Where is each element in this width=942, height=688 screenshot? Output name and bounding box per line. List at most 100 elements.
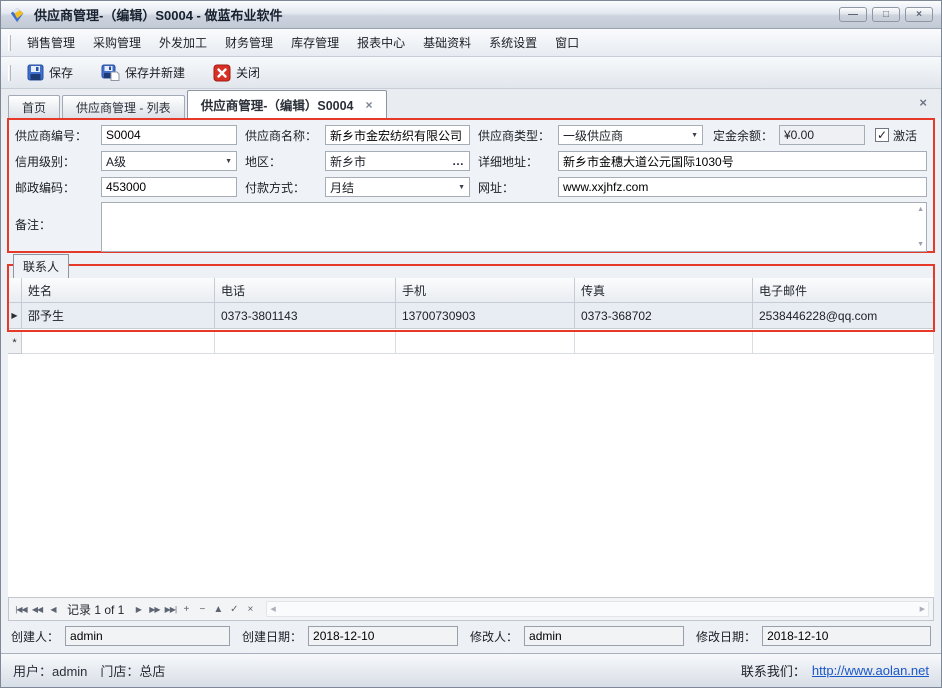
form-row-2: 信用级别： A级 ▼ 地区： 新乡市 … 详细地址： [15,150,927,172]
tab-contacts[interactable]: 联系人 [13,254,69,278]
save-and-new-button[interactable]: 保存并新建 [92,60,194,85]
menu-inventory[interactable]: 库存管理 [282,30,348,55]
created-date-value [313,629,453,643]
modified-by-value [529,629,679,643]
website-label: 网址： [478,179,558,196]
modified-date-label: 修改日期： [696,628,762,645]
supplier-code-input[interactable] [101,125,237,145]
supplier-type-select[interactable]: 一级供应商 ▼ [558,125,703,145]
nav-cancel-button[interactable]: × [242,604,258,615]
grid-header-row: 姓名 电话 手机 传真 电子邮件 [8,278,934,303]
nav-prior-button[interactable]: ◀ [45,605,61,614]
menu-window[interactable]: 窗口 [546,30,588,55]
nav-append-button[interactable]: + [178,604,194,615]
supplier-name-value[interactable] [330,126,465,144]
toolbar-grip-icon [8,65,11,81]
tab-close-icon[interactable]: × [366,98,373,112]
tabstrip-close-icon[interactable]: × [919,95,927,110]
minimize-button[interactable]: — [839,7,867,22]
supplier-name-input[interactable] [325,125,470,145]
header-indicator-cell [8,278,22,303]
save-icon [27,64,44,81]
contact-us-link[interactable]: http://www.aolan.net [812,663,929,678]
cell-phone[interactable]: 0373-3801143 [215,303,396,329]
postcode-input[interactable] [101,177,237,197]
postcode-label: 邮政编码： [15,179,101,196]
menu-outsourcing[interactable]: 外发加工 [150,30,216,55]
nav-prior-page-button[interactable]: ◀◀ [29,605,45,614]
website-input[interactable] [558,177,927,197]
cell-email[interactable]: 2538446228@qq.com [753,303,934,329]
close-tab-button[interactable]: 关闭 [204,60,269,86]
chevron-down-icon[interactable]: ▼ [458,184,465,191]
table-row[interactable]: ▶ 邵予生 0373-3801143 13700730903 0373-3687… [8,303,934,329]
deposit-label: 定金余额： [709,127,779,144]
region-input[interactable]: 新乡市 … [325,151,470,171]
close-window-button[interactable]: × [905,7,933,22]
menu-settings[interactable]: 系统设置 [480,30,546,55]
scroll-up-icon[interactable]: ▲ [917,206,924,213]
menu-purchase[interactable]: 采购管理 [84,30,150,55]
created-by-label: 创建人： [11,628,65,645]
new-cell-mobile[interactable] [396,332,575,354]
nav-first-button[interactable]: |◀◀ [13,605,29,614]
credit-level-select[interactable]: A级 ▼ [101,151,237,171]
menu-basedata[interactable]: 基础资料 [414,30,480,55]
credit-level-value: A级 [106,153,126,170]
close-label: 关闭 [236,64,260,81]
chevron-down-icon[interactable]: ▼ [691,132,698,139]
new-cell-name[interactable] [22,332,215,354]
remark-textarea[interactable] [101,202,927,252]
new-cell-phone[interactable] [215,332,396,354]
save-button[interactable]: 保存 [18,60,82,85]
tab-contacts-label: 联系人 [23,258,59,275]
browse-ellipsis-icon[interactable]: … [452,154,465,168]
deposit-value: ¥0.00 [784,128,814,142]
menu-reports[interactable]: 报表中心 [348,30,414,55]
new-cell-email[interactable] [753,332,934,354]
new-cell-fax[interactable] [575,332,753,354]
form-row-3: 邮政编码： 付款方式： 月结 ▼ 网址： [15,176,927,198]
scroll-down-icon[interactable]: ▼ [917,241,924,248]
chevron-down-icon[interactable]: ▼ [225,158,232,165]
column-header-name[interactable]: 姓名 [22,278,215,303]
menu-sales[interactable]: 销售管理 [18,30,84,55]
nav-delete-button[interactable]: − [194,604,210,615]
maximize-button[interactable]: □ [872,7,900,22]
payment-select[interactable]: 月结 ▼ [325,177,470,197]
supplier-code-value[interactable] [106,126,232,144]
menubar-grip-icon [8,35,11,51]
nav-last-button[interactable]: ▶▶| [162,605,178,614]
nav-next-page-button[interactable]: ▶▶ [146,605,162,614]
tab-supplier-edit[interactable]: 供应商管理-（编辑）S0004 × [187,90,387,118]
tab-home[interactable]: 首页 [8,95,60,118]
cell-mobile[interactable]: 13700730903 [396,303,575,329]
nav-next-button[interactable]: ▶ [130,605,146,614]
nav-post-button[interactable]: ✓ [226,604,242,615]
tab-supplier-list[interactable]: 供应商管理 - 列表 [62,95,185,118]
column-header-fax[interactable]: 传真 [575,278,753,303]
scroll-right-icon[interactable]: ▶ [920,605,925,613]
column-header-email[interactable]: 电子邮件 [753,278,934,303]
website-value[interactable] [563,178,922,196]
title-bar: 供应商管理-（编辑）S0004 - 做蓝布业软件 — □ × [1,1,941,29]
row-marker-icon: ▶ [8,303,22,329]
cell-name[interactable]: 邵予生 [22,303,215,329]
contact-us: 联系我们： http://www.aolan.net [741,661,929,680]
active-checkbox[interactable]: ✓ [875,128,889,142]
tool-bar: 保存 保存并新建 关闭 [1,57,941,89]
column-header-mobile[interactable]: 手机 [396,278,575,303]
horizontal-scrollbar[interactable]: ◀ ▶ [266,601,929,617]
cell-fax[interactable]: 0373-368702 [575,303,753,329]
nav-edit-button[interactable]: ▲ [210,604,226,615]
grid-new-row[interactable]: * [8,332,934,354]
supplier-code-label: 供应商编号： [15,127,101,144]
save-and-new-label: 保存并新建 [125,64,185,81]
postcode-value[interactable] [106,178,232,196]
address-input[interactable] [558,151,927,171]
address-value[interactable] [563,152,922,170]
payment-label: 付款方式： [245,179,325,196]
column-header-phone[interactable]: 电话 [215,278,396,303]
menu-finance[interactable]: 财务管理 [216,30,282,55]
scroll-left-icon[interactable]: ◀ [270,605,275,613]
